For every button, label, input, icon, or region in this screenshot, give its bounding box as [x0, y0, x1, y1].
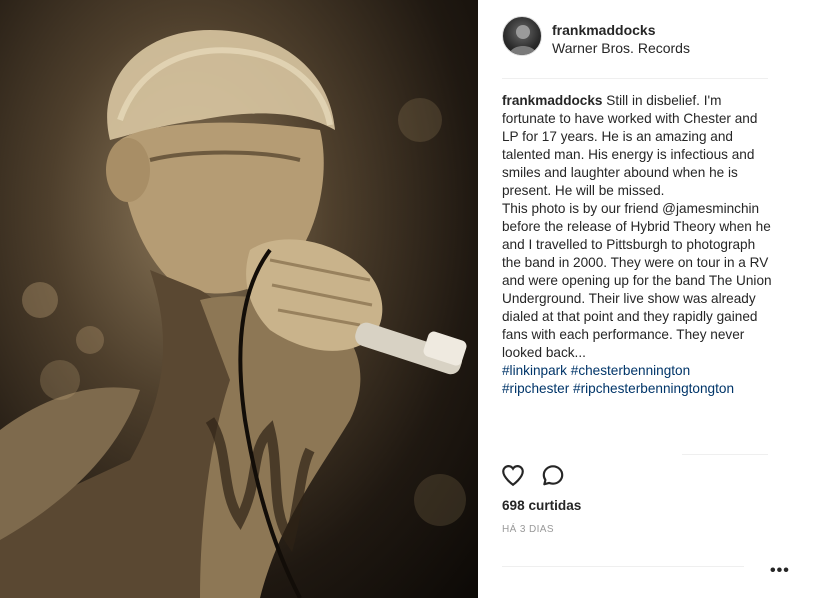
post-username[interactable]: frankmaddocks	[552, 22, 655, 38]
avatar[interactable]	[502, 16, 542, 56]
caption-text: Still in disbelief. I'm fortunate to hav…	[502, 93, 772, 360]
actions-divider	[682, 454, 768, 455]
header-divider	[502, 78, 768, 79]
footer-divider	[502, 566, 744, 567]
caption-username[interactable]: frankmaddocks	[502, 93, 602, 108]
sepia-photo-artwork	[0, 30, 467, 598]
comment-bubble-icon[interactable]	[540, 462, 570, 492]
post-caption: frankmaddocks Still in disbelief. I'm fo…	[502, 92, 774, 398]
caption-hashtags-1[interactable]: #linkinpark #chesterbennington	[502, 363, 690, 378]
avatar-silhouette-icon	[509, 25, 537, 55]
post-side-panel: frankmaddocks Warner Bros. Records frank…	[478, 0, 814, 598]
caption-hashtags-2[interactable]: #ripchester #ripchesterbenningtongton	[502, 381, 734, 396]
post-location[interactable]: Warner Bros. Records	[552, 40, 690, 56]
post-photo	[0, 0, 478, 598]
post-header: frankmaddocks Warner Bros. Records	[502, 16, 792, 64]
heart-icon[interactable]	[500, 462, 530, 492]
post-timestamp[interactable]: HÁ 3 DIAS	[502, 524, 554, 535]
more-options-icon[interactable]: •••	[770, 562, 790, 580]
like-count[interactable]: 698 curtidas	[502, 498, 581, 513]
